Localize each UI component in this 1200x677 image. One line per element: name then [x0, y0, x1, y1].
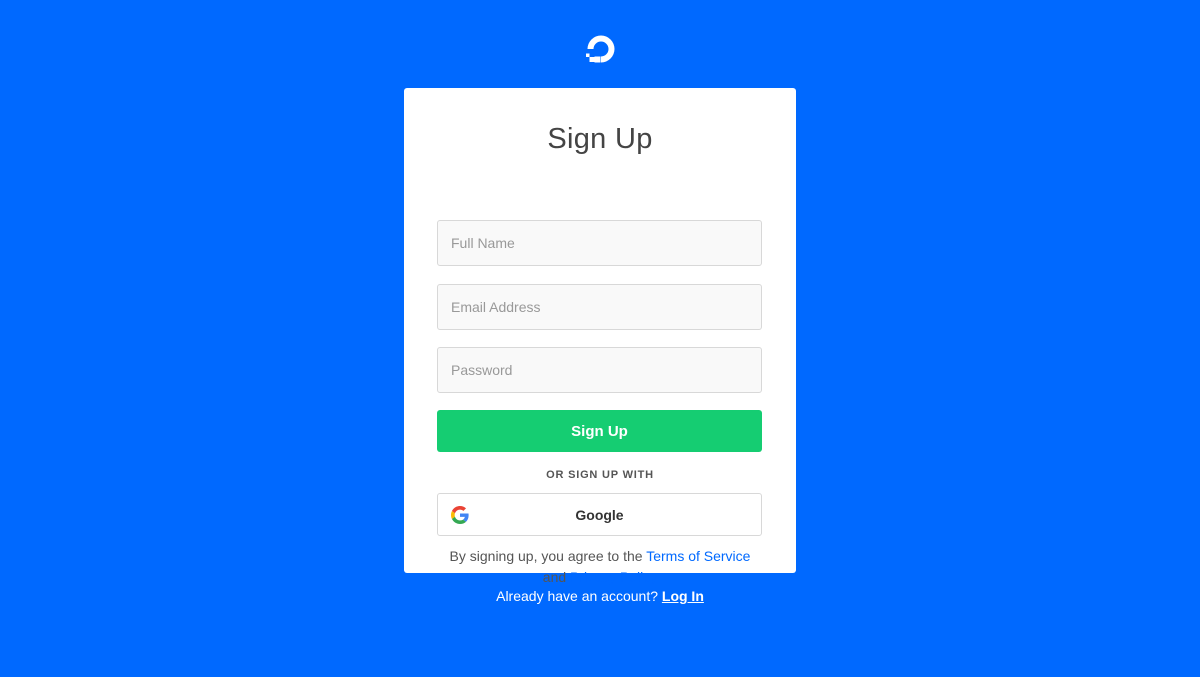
email-input[interactable]	[437, 284, 762, 330]
terms-prefix: By signing up, you agree to the	[449, 548, 643, 564]
google-g-icon	[451, 506, 469, 524]
social-divider-label: OR SIGN UP WITH	[546, 469, 654, 481]
terms-middle: and	[542, 569, 567, 585]
full-name-input[interactable]	[437, 220, 762, 266]
signup-page: Sign Up Sign Up OR SIGN UP WITH Google B…	[0, 0, 1200, 677]
terms-notice: By signing up, you agree to the Terms of…	[437, 546, 763, 588]
password-input[interactable]	[437, 347, 762, 393]
sign-up-button[interactable]: Sign Up	[437, 410, 762, 452]
terms-of-service-link[interactable]: Terms of Service	[646, 548, 750, 564]
log-in-link[interactable]: Log In	[662, 588, 704, 604]
signup-card: Sign Up Sign Up OR SIGN UP WITH Google B…	[404, 88, 796, 585]
google-sign-up-button[interactable]: Google	[437, 493, 762, 536]
privacy-policy-link[interactable]: Privacy Policy	[570, 569, 657, 585]
login-prompt: Already have an account? Log In	[0, 588, 1200, 604]
digitalocean-logo-icon[interactable]	[584, 32, 618, 66]
google-button-label: Google	[575, 506, 624, 523]
page-title: Sign Up	[547, 123, 653, 155]
login-prompt-text: Already have an account?	[496, 588, 658, 604]
